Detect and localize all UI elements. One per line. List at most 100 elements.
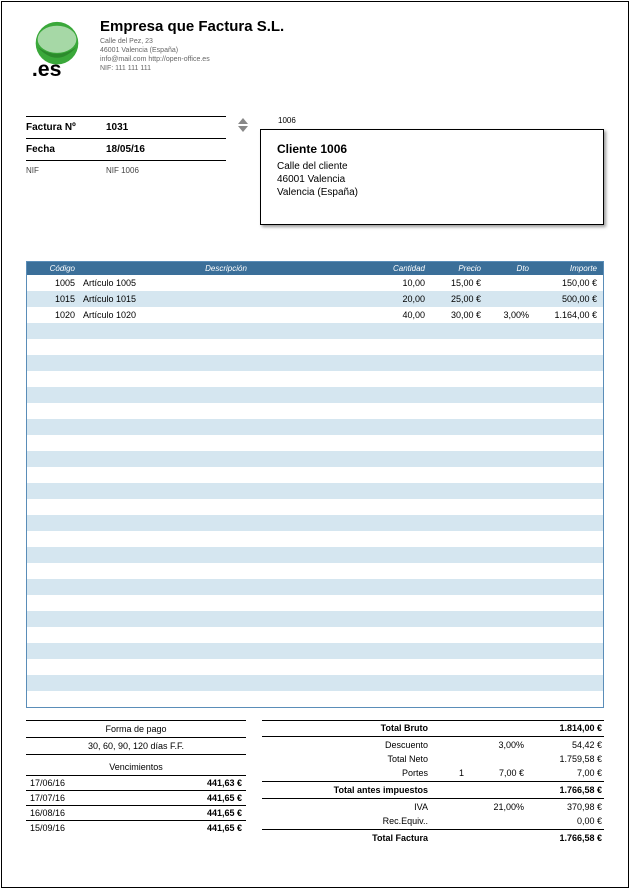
table-row-empty	[27, 387, 603, 403]
table-row-empty	[27, 419, 603, 435]
table-row-empty	[27, 547, 603, 563]
table-row-empty	[27, 531, 603, 547]
col-imp: Importe	[533, 262, 603, 275]
cell-desc: Artículo 1015	[79, 292, 373, 306]
neto-label: Total Neto	[262, 754, 434, 764]
table-row-empty	[27, 371, 603, 387]
table-row-empty	[27, 627, 603, 643]
table-row-empty	[27, 467, 603, 483]
cell-dto	[485, 297, 533, 301]
table-row: 1015Artículo 101520,0025,00 € 500,00 €	[27, 291, 603, 307]
table-row-empty	[27, 563, 603, 579]
invoice-no-label: Factura Nº	[26, 122, 106, 133]
col-qty: Cantidad	[373, 262, 429, 275]
table-row-empty	[27, 451, 603, 467]
payment-mode-value: 30, 60, 90, 120 días F.F.	[26, 738, 246, 754]
client-name: Cliente 1006	[277, 142, 587, 156]
cell-dto	[485, 281, 533, 285]
portes-qty: 1	[434, 768, 464, 778]
discount-value: 54,42 €	[524, 740, 604, 750]
cell-price: 15,00 €	[429, 276, 485, 290]
col-code: Código	[27, 262, 79, 275]
cell-imp: 150,00 €	[533, 276, 603, 290]
cell-price: 25,00 €	[429, 292, 485, 306]
table-row-empty	[27, 483, 603, 499]
portes-label: Portes	[262, 768, 434, 778]
cell-desc: Artículo 1005	[79, 276, 373, 290]
date-value: 18/05/16	[106, 144, 145, 155]
chevron-up-icon[interactable]	[238, 118, 248, 124]
cell-qty: 20,00	[373, 292, 429, 306]
due-date: 16/08/16	[30, 808, 65, 818]
due-dates-label: Vencimientos	[26, 759, 246, 775]
items-table: Código Descripción Cantidad Precio Dto I…	[26, 261, 604, 708]
due-row: 16/08/16 441,65 €	[26, 806, 246, 821]
col-price: Precio	[429, 262, 485, 275]
table-row-empty	[27, 595, 603, 611]
due-row: 17/07/16 441,65 €	[26, 791, 246, 806]
info-area: Factura Nº 1031 Fecha 18/05/16 NIF NIF 1…	[26, 116, 604, 225]
company-name: Empresa que Factura S.L.	[100, 18, 604, 35]
nif-label: NIF	[26, 166, 106, 175]
table-row-empty	[27, 659, 603, 675]
cell-price: 30,00 €	[429, 308, 485, 322]
table-row-empty	[27, 675, 603, 691]
table-row-empty	[27, 355, 603, 371]
cell-qty: 40,00	[373, 308, 429, 322]
due-amount: 441,63 €	[207, 778, 242, 788]
col-desc: Descripción	[79, 262, 373, 275]
table-row-empty	[27, 339, 603, 355]
table-row-empty	[27, 499, 603, 515]
cell-imp: 500,00 €	[533, 292, 603, 306]
due-amount: 441,65 €	[207, 793, 242, 803]
svg-text:.es: .es	[32, 57, 62, 80]
invoice-no-value: 1031	[106, 122, 128, 133]
due-amount: 441,65 €	[207, 823, 242, 833]
table-row-empty	[27, 435, 603, 451]
col-dto: Dto	[485, 262, 533, 275]
invoice-stepper[interactable]	[234, 116, 252, 225]
cell-code: 1005	[27, 276, 79, 290]
total-bruto-label: Total Bruto	[262, 723, 434, 733]
due-amount: 441,65 €	[207, 808, 242, 818]
due-date: 17/06/16	[30, 778, 65, 788]
items-body: 1005Artículo 100510,0015,00 €150,00 €101…	[27, 275, 603, 707]
total-bruto-value: 1.814,00 €	[524, 723, 604, 733]
due-date: 15/09/16	[30, 823, 65, 833]
antes-label: Total antes impuestos	[262, 785, 434, 795]
chevron-down-icon[interactable]	[238, 126, 248, 132]
date-label: Fecha	[26, 144, 106, 155]
iva-label: IVA	[262, 802, 434, 812]
logo-es-icon: .es	[26, 18, 88, 80]
due-date: 17/07/16	[30, 793, 65, 803]
total-value: 1.766,58 €	[524, 833, 604, 843]
company-block: Empresa que Factura S.L. Calle del Pez, …	[100, 18, 604, 80]
cell-qty: 10,00	[373, 276, 429, 290]
due-row: 15/09/16 441,65 €	[26, 821, 246, 835]
discount-pct: 3,00%	[464, 740, 524, 750]
table-row-empty	[27, 323, 603, 339]
client-box: Cliente 1006 Calle del cliente 46001 Val…	[260, 129, 604, 225]
table-row-empty	[27, 691, 603, 707]
cell-desc: Artículo 1020	[79, 308, 373, 322]
iva-value: 370,98 €	[524, 802, 604, 812]
client-number: 1006	[278, 116, 604, 125]
table-row-empty	[27, 579, 603, 595]
header: .es Empresa que Factura S.L. Calle del P…	[26, 18, 604, 80]
due-row: 17/06/16 441,63 €	[26, 776, 246, 791]
items-header: Código Descripción Cantidad Precio Dto I…	[27, 262, 603, 275]
bottom-area: Forma de pago 30, 60, 90, 120 días F.F. …	[26, 720, 604, 845]
table-row-empty	[27, 403, 603, 419]
client-address: Calle del cliente 46001 Valencia Valenci…	[277, 160, 587, 199]
invoice-page: .es Empresa que Factura S.L. Calle del P…	[1, 1, 629, 888]
iva-pct: 21,00%	[464, 802, 524, 812]
neto-value: 1.759,58 €	[524, 754, 604, 764]
cell-code: 1020	[27, 308, 79, 322]
payment-mode-label: Forma de pago	[26, 721, 246, 737]
cell-imp: 1.164,00 €	[533, 308, 603, 322]
cell-code: 1015	[27, 292, 79, 306]
table-row-empty	[27, 643, 603, 659]
payment-block: Forma de pago 30, 60, 90, 120 días F.F. …	[26, 720, 246, 845]
rec-label: Rec.Equiv..	[262, 816, 434, 826]
invoice-meta: Factura Nº 1031 Fecha 18/05/16 NIF NIF 1…	[26, 116, 226, 225]
